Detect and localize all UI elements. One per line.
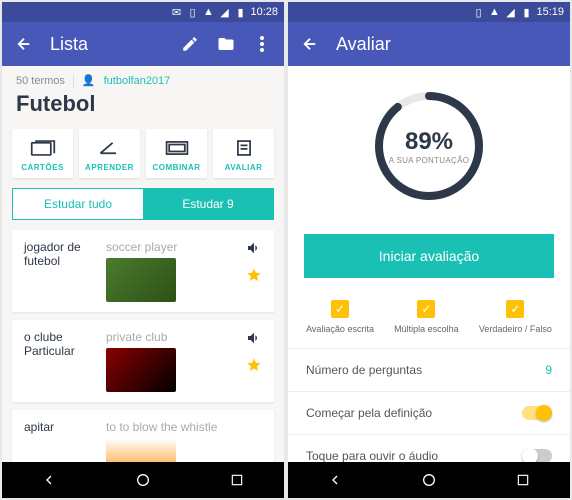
option-truefalse[interactable]: ✓ Verdadeiro / Falso bbox=[479, 300, 552, 334]
term-text: apitar bbox=[24, 420, 96, 462]
wifi-icon: ▲ bbox=[202, 6, 214, 18]
term-card[interactable]: o clube Particular private club bbox=[12, 320, 274, 402]
option-multiple[interactable]: ✓ Múltipla escolha bbox=[394, 300, 459, 334]
score-section: 89% A SUA PONTUAÇÃO bbox=[288, 66, 570, 226]
content-area[interactable]: 89% A SUA PONTUAÇÃO Iniciar avaliação ✓ … bbox=[288, 66, 570, 462]
edit-icon[interactable] bbox=[180, 34, 200, 54]
signal-icon: ◢ bbox=[218, 6, 230, 18]
audio-icon[interactable] bbox=[246, 330, 262, 351]
definition-text: soccer player bbox=[106, 240, 236, 254]
toggle-start-def[interactable] bbox=[522, 406, 552, 420]
battery-icon: ▮ bbox=[234, 6, 246, 18]
score-gauge: 89% A SUA PONTUAÇÃO bbox=[369, 86, 489, 206]
status-time: 10:28 bbox=[250, 6, 278, 18]
separator bbox=[73, 75, 74, 87]
status-time: 15:19 bbox=[536, 6, 564, 18]
setting-tap-audio: Toque para ouvir o áudio bbox=[288, 434, 570, 462]
appbar-title: Avaliar bbox=[336, 34, 558, 55]
score-percent: 89% bbox=[405, 128, 453, 156]
term-card[interactable]: jogador de futebol soccer player bbox=[12, 230, 274, 312]
meta-row: 50 termos 👤 futbolfan2017 bbox=[2, 66, 284, 91]
appbar-title: Lista bbox=[50, 34, 164, 55]
status-bar: ▯ ▲ ◢ ▮ 15:19 bbox=[288, 2, 570, 22]
definition-text: to to blow the whistle bbox=[106, 420, 262, 434]
action-cartoes[interactable]: CARTÕES bbox=[12, 129, 73, 178]
user-icon: 👤 bbox=[82, 74, 96, 87]
screen-avaliar: ▯ ▲ ◢ ▮ 15:19 Avaliar 89% A SUA PONTUAÇÃ… bbox=[288, 2, 570, 498]
nav-recent-icon[interactable] bbox=[227, 470, 247, 490]
content-area[interactable]: 50 termos 👤 futbolfan2017 Futebol CARTÕE… bbox=[2, 66, 284, 462]
term-count: 50 termos bbox=[16, 75, 65, 87]
learn-icon bbox=[97, 139, 123, 157]
android-nav-bar bbox=[2, 462, 284, 498]
definition-text: private club bbox=[106, 330, 236, 344]
star-icon[interactable] bbox=[246, 357, 262, 378]
checkbox-icon: ✓ bbox=[331, 300, 349, 318]
folder-icon[interactable] bbox=[216, 34, 236, 54]
action-combinar[interactable]: COMBINAR bbox=[146, 129, 207, 178]
score-label: A SUA PONTUAÇÃO bbox=[389, 156, 470, 165]
tab-study-starred[interactable]: Estudar 9 bbox=[143, 189, 273, 219]
match-icon bbox=[164, 139, 190, 157]
start-test-button[interactable]: Iniciar avaliação bbox=[304, 234, 554, 278]
android-nav-bar bbox=[288, 462, 570, 498]
app-bar: Lista bbox=[2, 22, 284, 66]
question-count-value: 9 bbox=[545, 363, 552, 377]
tab-study-all[interactable]: Estudar tudo bbox=[13, 189, 143, 219]
cards-icon bbox=[30, 139, 56, 157]
status-bar: ✉ ▯ ▲ ◢ ▮ 10:28 bbox=[2, 2, 284, 22]
back-icon[interactable] bbox=[14, 34, 34, 54]
test-icon bbox=[231, 139, 257, 157]
setting-start-definition: Começar pela definição bbox=[288, 391, 570, 434]
battery-icon: ▮ bbox=[520, 6, 532, 18]
mail-icon: ✉ bbox=[170, 6, 182, 18]
back-icon[interactable] bbox=[300, 34, 320, 54]
nav-home-icon[interactable] bbox=[133, 470, 153, 490]
action-row: CARTÕES APRENDER COMBINAR AVALIAR bbox=[2, 129, 284, 188]
term-card[interactable]: apitar to to blow the whistle bbox=[12, 410, 274, 462]
term-text: jogador de futebol bbox=[24, 240, 96, 302]
star-icon[interactable] bbox=[246, 267, 262, 288]
phone-icon: ▯ bbox=[472, 6, 484, 18]
action-aprender[interactable]: APRENDER bbox=[79, 129, 140, 178]
nav-home-icon[interactable] bbox=[419, 470, 439, 490]
nav-back-icon[interactable] bbox=[39, 470, 59, 490]
page-title: Futebol bbox=[2, 91, 284, 129]
signal-icon: ◢ bbox=[504, 6, 516, 18]
username[interactable]: futbolfan2017 bbox=[104, 75, 171, 87]
nav-back-icon[interactable] bbox=[325, 470, 345, 490]
phone-icon: ▯ bbox=[186, 6, 198, 18]
nav-recent-icon[interactable] bbox=[513, 470, 533, 490]
option-written[interactable]: ✓ Avaliação escrita bbox=[306, 300, 374, 334]
audio-icon[interactable] bbox=[246, 240, 262, 261]
action-avaliar[interactable]: AVALIAR bbox=[213, 129, 274, 178]
term-image bbox=[106, 438, 176, 462]
toggle-audio[interactable] bbox=[522, 449, 552, 462]
setting-question-count[interactable]: Número de perguntas 9 bbox=[288, 348, 570, 391]
checkbox-icon: ✓ bbox=[417, 300, 435, 318]
study-tabs: Estudar tudo Estudar 9 bbox=[12, 188, 274, 220]
term-image bbox=[106, 258, 176, 302]
term-text: o clube Particular bbox=[24, 330, 96, 392]
wifi-icon: ▲ bbox=[488, 6, 500, 18]
test-options: ✓ Avaliação escrita ✓ Múltipla escolha ✓… bbox=[288, 286, 570, 348]
term-image bbox=[106, 348, 176, 392]
app-bar: Avaliar bbox=[288, 22, 570, 66]
checkbox-icon: ✓ bbox=[506, 300, 524, 318]
more-icon[interactable] bbox=[252, 34, 272, 54]
screen-lista: ✉ ▯ ▲ ◢ ▮ 10:28 Lista 50 termos 👤 futbol… bbox=[2, 2, 284, 498]
